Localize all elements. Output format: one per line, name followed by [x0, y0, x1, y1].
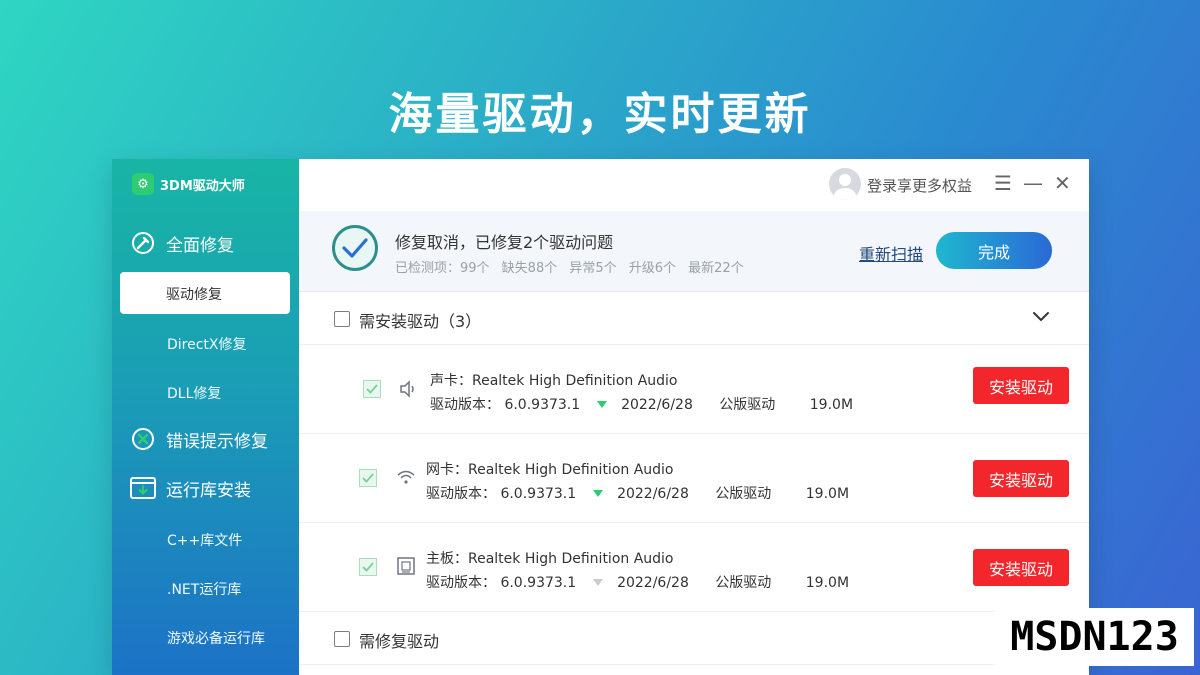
- sidebar-item-label: 驱动修复: [166, 287, 222, 303]
- driver-row: 声卡：Realtek High Definition Audio 驱动版本： 6…: [299, 345, 1089, 434]
- wrench-icon: [130, 230, 156, 256]
- app-logo-icon: ⚙: [132, 173, 154, 195]
- sidebar-item-dll-repair[interactable]: DLL修复: [167, 383, 221, 403]
- driver-type: 公版驱动: [715, 486, 772, 502]
- driver-name: 主板：Realtek High Definition Audio: [426, 551, 674, 567]
- section-install-drivers[interactable]: 需安装驱动（3）: [299, 292, 1089, 345]
- app-name: 3DM驱动大师: [160, 178, 245, 194]
- version-label: 驱动版本：: [426, 486, 496, 502]
- sidebar-item-cpp-libs[interactable]: C++库文件: [167, 530, 242, 550]
- driver-date: 2022/6/28: [621, 397, 693, 413]
- promo-headline: 海量驱动，实时更新: [388, 89, 812, 140]
- status-summary: 已检测项：99个 缺失88个 异常5个 升级6个 最新22个: [395, 261, 744, 276]
- driver-meta: 驱动版本： 6.0.9373.1 2022/6/28 公版驱动 19.0M: [430, 394, 853, 414]
- chevron-down-icon[interactable]: [1031, 306, 1051, 326]
- sidebar-item-game-runtime[interactable]: 游戏必备运行库: [167, 628, 265, 648]
- driver-name: 声卡：Realtek High Definition Audio: [430, 373, 678, 389]
- sidebar-group-runtime-install[interactable]: 运行库安装: [130, 475, 251, 501]
- menu-icon[interactable]: ☰: [994, 171, 1012, 195]
- status-banner: 修复取消，已修复2个驱动问题 已检测项：99个 缺失88个 异常5个 升级6个 …: [299, 211, 1089, 292]
- done-button[interactable]: 完成: [936, 232, 1052, 269]
- sidebar-group-label: 运行库安装: [166, 480, 251, 501]
- sidebar: ⚙ 3DM驱动大师 全面修复 驱动修复 DirectX修复 DLL修复 错误提示…: [112, 159, 299, 675]
- row-checkbox[interactable]: [359, 558, 377, 576]
- speaker-icon: [398, 379, 418, 399]
- section-select-all-checkbox[interactable]: [334, 311, 350, 327]
- trend-neutral-icon: [592, 579, 603, 586]
- status-title: 修复取消，已修复2个驱动问题: [395, 233, 614, 252]
- section-label: 需安装驱动（3）: [359, 312, 482, 331]
- minimize-icon[interactable]: —: [1023, 171, 1043, 195]
- driver-date: 2022/6/28: [617, 575, 689, 591]
- close-icon[interactable]: ✕: [1054, 171, 1071, 195]
- app-window: ⚙ 3DM驱动大师 全面修复 驱动修复 DirectX修复 DLL修复 错误提示…: [112, 159, 1089, 675]
- success-check-icon: [332, 225, 378, 271]
- title-bar: 登录享更多权益 ☰ — ✕: [299, 159, 1089, 211]
- rescan-link[interactable]: 重新扫描: [859, 241, 923, 265]
- driver-row: 主板：Realtek High Definition Audio 驱动版本： 6…: [299, 523, 1089, 612]
- install-driver-button[interactable]: 安装驱动: [973, 460, 1069, 497]
- driver-version: 6.0.9373.1: [500, 575, 577, 591]
- wifi-icon: [396, 467, 416, 487]
- driver-meta: 驱动版本： 6.0.9373.1 2022/6/28 公版驱动 19.0M: [426, 572, 849, 592]
- version-label: 驱动版本：: [430, 397, 500, 413]
- trend-down-icon: [596, 401, 607, 408]
- download-box-icon: [130, 475, 156, 501]
- driver-size: 19.0M: [809, 397, 854, 413]
- section-select-all-checkbox[interactable]: [334, 631, 350, 647]
- login-link[interactable]: 登录享更多权益: [867, 175, 972, 196]
- row-checkbox[interactable]: [363, 380, 381, 398]
- driver-row: 网卡：Realtek High Definition Audio 驱动版本： 6…: [299, 434, 1089, 523]
- sidebar-group-full-repair[interactable]: 全面修复: [130, 230, 234, 256]
- section-repair-drivers[interactable]: 需修复驱动: [299, 612, 1089, 665]
- main-panel: 登录享更多权益 ☰ — ✕ 修复取消，已修复2个驱动问题 已检测项：99个 缺失…: [299, 159, 1089, 675]
- sidebar-item-dotnet-runtime[interactable]: .NET运行库: [167, 579, 241, 599]
- sidebar-group-label: 错误提示修复: [166, 431, 268, 452]
- sidebar-group-label: 全面修复: [166, 235, 234, 256]
- driver-size: 19.0M: [805, 486, 850, 502]
- sidebar-group-error-repair[interactable]: 错误提示修复: [130, 426, 268, 452]
- section-label: 需修复驱动: [359, 632, 440, 651]
- driver-date: 2022/6/28: [617, 486, 689, 502]
- watermark-text: MSDN123: [1010, 614, 1179, 660]
- driver-version: 6.0.9373.1: [500, 486, 577, 502]
- error-x-icon: [130, 426, 156, 452]
- driver-meta: 驱动版本： 6.0.9373.1 2022/6/28 公版驱动 19.0M: [426, 483, 849, 503]
- sidebar-item-driver-repair[interactable]: 驱动修复: [120, 272, 290, 314]
- watermark-badge: MSDN123: [995, 608, 1194, 666]
- version-label: 驱动版本：: [426, 575, 496, 591]
- avatar[interactable]: [829, 168, 861, 200]
- install-driver-button[interactable]: 安装驱动: [973, 549, 1069, 586]
- driver-type: 公版驱动: [715, 575, 772, 591]
- motherboard-icon: [396, 556, 416, 576]
- driver-name: 网卡：Realtek High Definition Audio: [426, 462, 674, 478]
- driver-version: 6.0.9373.1: [504, 397, 581, 413]
- row-checkbox[interactable]: [359, 469, 377, 487]
- sidebar-item-directx-repair[interactable]: DirectX修复: [167, 334, 247, 354]
- driver-type: 公版驱动: [719, 397, 776, 413]
- driver-size: 19.0M: [805, 575, 850, 591]
- install-driver-button[interactable]: 安装驱动: [973, 367, 1069, 404]
- trend-down-icon: [592, 490, 603, 497]
- brand: ⚙ 3DM驱动大师: [132, 173, 245, 195]
